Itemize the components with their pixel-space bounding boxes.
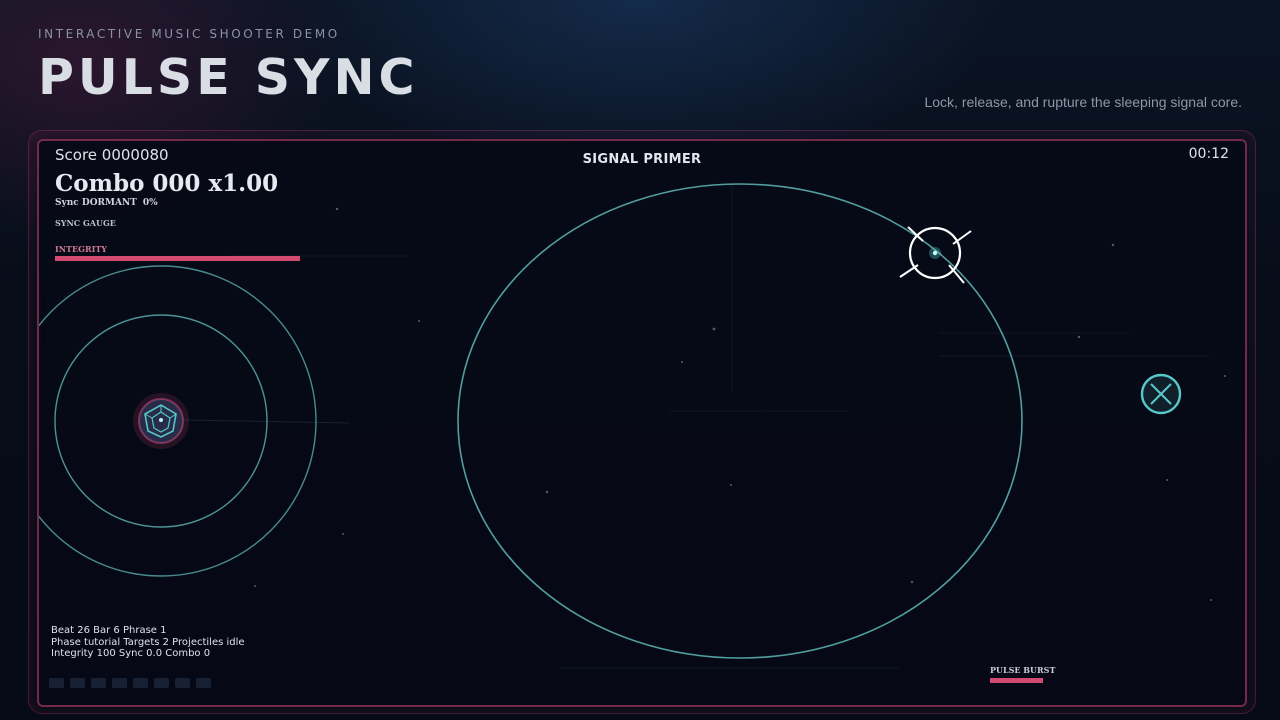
star-dot bbox=[418, 320, 420, 322]
sync-status: Sync DORMANT 0% bbox=[55, 198, 158, 208]
tagline: Lock, release, and rupture the sleeping … bbox=[924, 94, 1242, 110]
integrity-bar bbox=[55, 256, 300, 261]
star-dot bbox=[1224, 375, 1226, 377]
playfield-canvas[interactable] bbox=[39, 141, 1245, 705]
integrity-fill bbox=[55, 256, 300, 261]
star-dot bbox=[1210, 599, 1212, 601]
beat-cell bbox=[154, 678, 169, 688]
x-circle-target-icon[interactable] bbox=[1140, 373, 1182, 415]
debug-line-phase: Phase tutorial Targets 2 Projectiles idl… bbox=[51, 636, 245, 648]
pulse-burst-bar bbox=[990, 678, 1043, 683]
debug-line-stats: Integrity 100 Sync 0.0 Combo 0 bbox=[51, 648, 211, 659]
integrity-label: INTEGRITY bbox=[55, 244, 107, 254]
sync-status-text: Sync DORMANT bbox=[55, 198, 137, 208]
star-dot bbox=[545, 490, 549, 494]
beat-cell bbox=[196, 678, 211, 688]
eyebrow-label: INTERACTIVE MUSIC SHOOTER DEMO bbox=[38, 27, 340, 41]
pulse-burst-fill bbox=[990, 678, 1043, 683]
game-title: PULSE SYNC bbox=[38, 49, 419, 106]
star-dot bbox=[1077, 335, 1081, 339]
debug-readout: Beat 26 Bar 6 Phrase 1 Phase tutorial Ta… bbox=[51, 625, 245, 660]
combo-multiplier: x1.00 bbox=[208, 170, 279, 197]
star-dot bbox=[342, 533, 344, 535]
crosshair-reticle-icon[interactable] bbox=[899, 226, 972, 284]
combo-count: Combo 000 bbox=[55, 170, 201, 197]
beat-cell bbox=[49, 678, 64, 688]
timer: 00:12 bbox=[1188, 146, 1229, 162]
debug-line-beat: Beat 26 Bar 6 Phrase 1 bbox=[51, 625, 167, 636]
hexagon-core-icon bbox=[133, 393, 189, 449]
star-dot bbox=[1166, 479, 1168, 481]
phase-title: SIGNAL PRIMER bbox=[582, 152, 702, 167]
beat-cell bbox=[175, 678, 190, 688]
star-dot bbox=[730, 484, 732, 486]
star-dot bbox=[1111, 243, 1115, 247]
beat-cell bbox=[112, 678, 127, 688]
beat-cell bbox=[70, 678, 85, 688]
star-dot bbox=[681, 361, 683, 363]
sync-percent: 0% bbox=[142, 198, 158, 208]
star-dot bbox=[335, 207, 339, 211]
sync-gauge-label: SYNC GAUGE bbox=[55, 218, 116, 228]
beat-track bbox=[49, 678, 211, 688]
star-dot bbox=[910, 580, 914, 584]
pulse-burst-label: PULSE BURST bbox=[990, 665, 1056, 675]
combo-readout: Combo 000 x1.00 bbox=[55, 170, 278, 197]
beat-cell bbox=[133, 678, 148, 688]
star-dot bbox=[712, 327, 716, 331]
star-dot bbox=[254, 585, 256, 587]
game-stage[interactable]: Score 0000080 Combo 000 x1.00 Sync DORMAN… bbox=[37, 139, 1247, 707]
beat-cell bbox=[91, 678, 106, 688]
